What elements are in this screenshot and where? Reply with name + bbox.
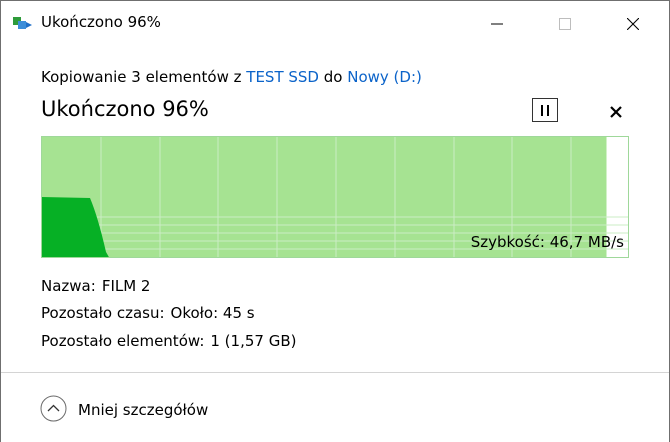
name-label: Nazwa: bbox=[41, 277, 96, 295]
destination-link[interactable]: Nowy (D:) bbox=[347, 68, 422, 86]
minimize-button[interactable] bbox=[474, 1, 520, 47]
name-value: FILM 2 bbox=[101, 277, 151, 295]
fewer-details-button[interactable]: Mniej szczegółów bbox=[78, 401, 208, 419]
items-label: Pozostało elementów: bbox=[41, 332, 205, 350]
chevron-up-circle-icon[interactable] bbox=[40, 395, 67, 422]
time-value: Około: 45 s bbox=[170, 304, 255, 322]
description-middle: do bbox=[318, 68, 348, 86]
minimize-icon bbox=[491, 23, 503, 25]
copy-progress-dialog: Ukończono 96% Kopiowanie 3 elementów z T… bbox=[0, 0, 670, 442]
close-icon bbox=[627, 18, 639, 30]
close-button[interactable] bbox=[610, 1, 656, 47]
source-link[interactable]: TEST SSD bbox=[246, 68, 319, 86]
detail-time-remaining: Pozostało czasu: Około: 45 s bbox=[41, 304, 255, 322]
items-value: 1 (1,57 GB) bbox=[210, 332, 297, 350]
cancel-icon[interactable] bbox=[605, 101, 627, 123]
window-title: Ukończono 96% bbox=[41, 13, 161, 31]
pause-button[interactable] bbox=[532, 98, 558, 122]
copy-app-icon bbox=[13, 17, 32, 29]
title-bar[interactable]: Ukończono 96% bbox=[1, 1, 669, 47]
maximize-icon bbox=[559, 18, 571, 30]
progress-heading: Ukończono 96% bbox=[41, 97, 209, 121]
maximize-button[interactable] bbox=[542, 1, 588, 47]
footer: Mniej szczegółów bbox=[1, 372, 669, 442]
copy-description: Kopiowanie 3 elementów z TEST SSD do Now… bbox=[41, 68, 422, 86]
time-label: Pozostało czasu: bbox=[41, 304, 165, 322]
detail-items-remaining: Pozostało elementów: 1 (1,57 GB) bbox=[41, 332, 296, 350]
transfer-speed-graph: Szybkość: 46,7 MB/s bbox=[41, 136, 629, 258]
detail-name: Nazwa: FILM 2 bbox=[41, 277, 150, 295]
speed-label: Szybkość: 46,7 MB/s bbox=[470, 233, 624, 251]
description-prefix: Kopiowanie 3 elementów z bbox=[41, 68, 247, 86]
